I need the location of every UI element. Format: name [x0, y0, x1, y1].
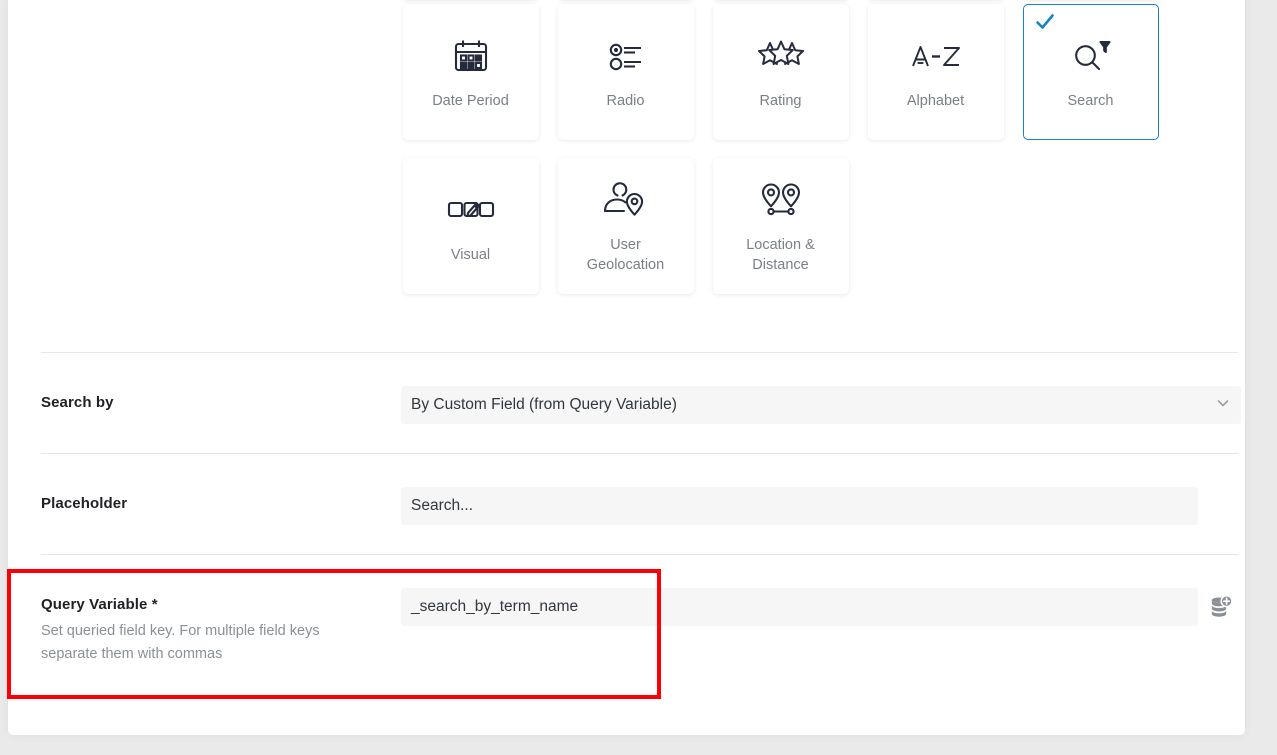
search-by-select[interactable]: By Custom Field (from Query Variable)	[401, 386, 1241, 424]
placeholder-input[interactable]: Search...	[401, 487, 1198, 525]
control-type-card-radio[interactable]: Radio	[557, 4, 694, 140]
card-row: Date Period Radio Rating Alphabet Search	[393, 4, 1193, 140]
control-type-card-grid: Date Period Radio Rating Alphabet Search…	[393, 0, 1193, 294]
chevron-down-icon	[1215, 395, 1231, 416]
control-type-card-search[interactable]: Search	[1022, 4, 1159, 140]
search-by-value: By Custom Field (from Query Variable)	[411, 396, 677, 413]
control-type-card-location-distance[interactable]: Location & Distance	[712, 158, 849, 294]
control-type-card-alphabet[interactable]: Alphabet	[867, 4, 1004, 140]
query-variable-help-text: Set queried field key. For multiple fiel…	[41, 623, 320, 662]
card-label: Radio	[606, 93, 645, 109]
card-label: Location & Distance	[746, 237, 815, 273]
stars-icon	[757, 33, 805, 81]
query-variable-value: _search_by_term_name	[411, 598, 579, 615]
calendar-icon	[450, 33, 492, 81]
search-filter-icon	[1068, 33, 1114, 81]
card-row: Visual User Geolocation Location & Dista…	[393, 158, 1193, 294]
user-geolocation-icon	[602, 177, 650, 225]
card-label: Rating	[759, 93, 802, 109]
control-type-card-visual[interactable]: Visual	[402, 158, 539, 294]
card-label: User Geolocation	[586, 237, 665, 273]
settings-panel: Date Period Radio Rating Alphabet Search…	[8, 0, 1245, 735]
divider	[41, 453, 1238, 454]
card-label: Search	[1067, 93, 1114, 109]
field-row-search-by: Search by By Custom Field (from Query Va…	[41, 386, 1241, 444]
divider	[41, 554, 1238, 555]
card-label: Date Period	[432, 93, 509, 109]
screen: Date Period Radio Rating Alphabet Search…	[0, 0, 1277, 755]
database-add-icon[interactable]	[1208, 588, 1234, 626]
placeholder-input-value: Search...	[411, 497, 474, 514]
control-type-card-user-geolocation[interactable]: User Geolocation	[557, 158, 694, 294]
a-to-z-icon	[908, 33, 964, 81]
card-label: Visual	[450, 247, 491, 263]
field-row-query-variable: Query Variable * Set queried field key. …	[41, 588, 1238, 686]
check-icon	[1034, 11, 1056, 33]
visual-swatches-icon	[446, 187, 496, 235]
control-type-card-date-period[interactable]: Date Period	[402, 4, 539, 140]
control-type-card-rating[interactable]: Rating	[712, 4, 849, 140]
card-label: Alphabet	[906, 93, 965, 109]
divider	[41, 352, 1238, 353]
field-row-placeholder: Placeholder Search...	[41, 487, 1238, 545]
location-distance-icon	[757, 177, 805, 225]
radio-list-icon	[605, 33, 647, 81]
query-variable-input[interactable]: _search_by_term_name	[401, 588, 1198, 626]
